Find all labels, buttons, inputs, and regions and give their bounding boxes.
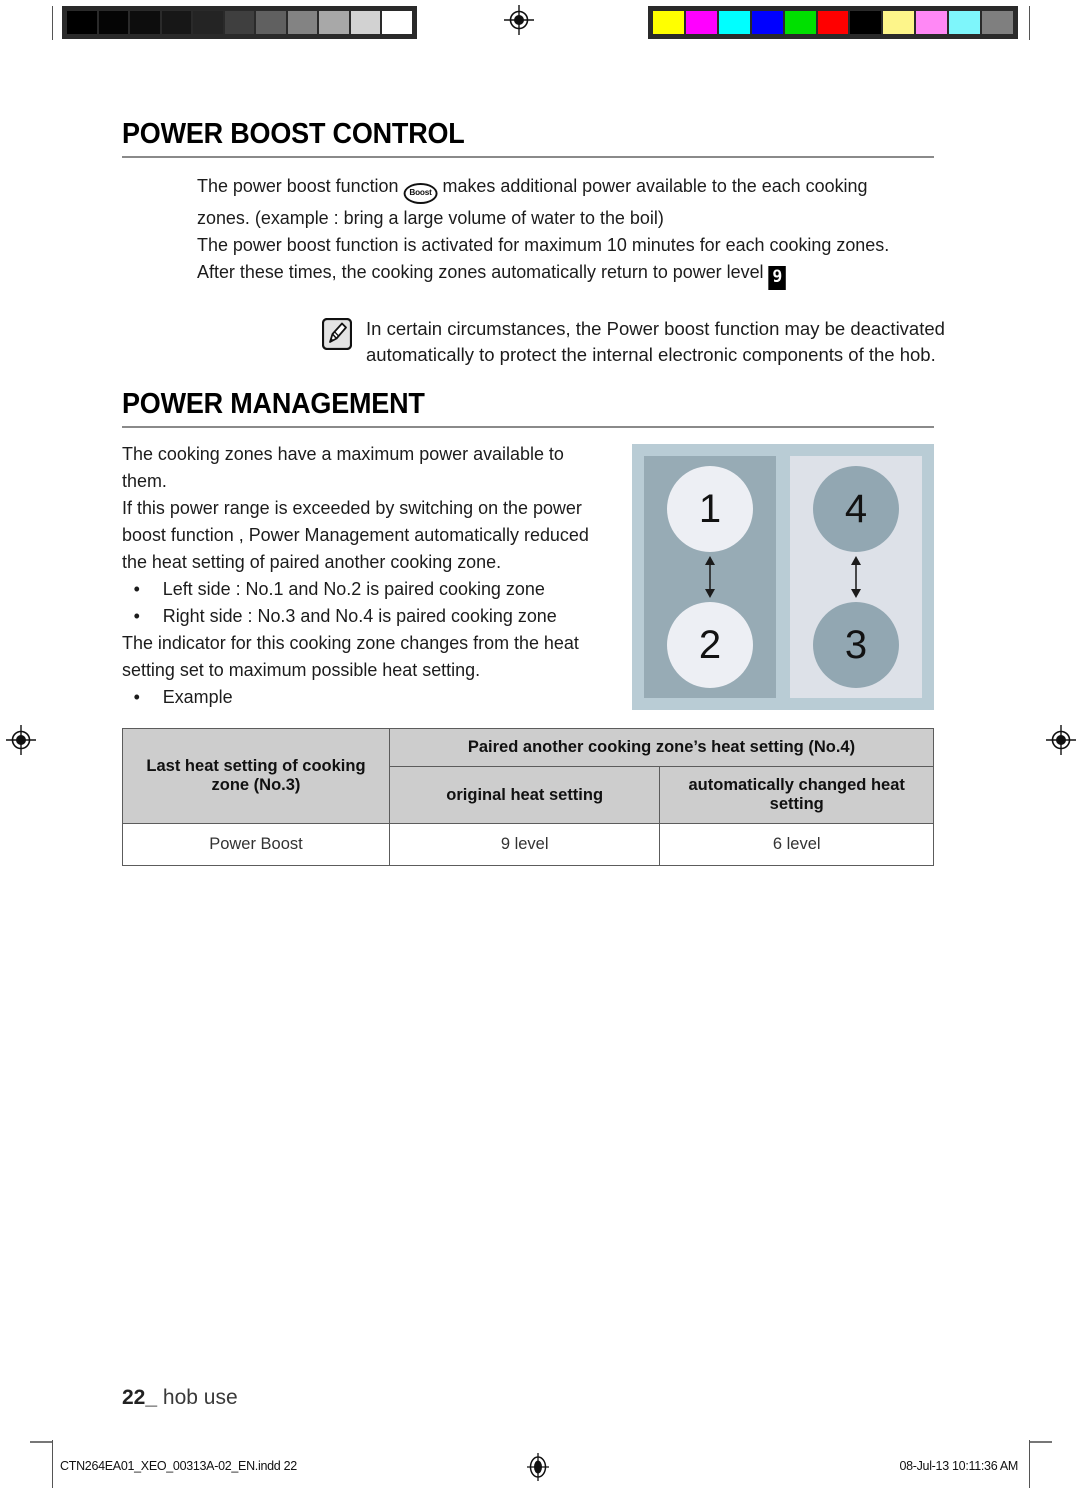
pm-paragraph-3: The indicator for this cooking zone chan… [122, 632, 579, 680]
bullet-dot-icon: • [133, 578, 140, 599]
pm-paragraph-2: If this power range is exceeded by switc… [122, 497, 589, 572]
pm-bullet-right-side: • Right side : No.3 and No.4 is paired co… [122, 602, 607, 629]
crop-mark-left-vertical [52, 6, 53, 40]
title-divider-2 [122, 426, 934, 428]
note-callout: In certain circumstances, the Power boos… [322, 316, 1022, 368]
print-imprint-line: CTN264EA01_XEO_00313A-02_EN.indd 22 08-J… [0, 1453, 1080, 1485]
page-footer: 22_ hob use [122, 1386, 238, 1410]
pm-bullet-example: • Example [122, 683, 607, 710]
hob-zone-4: 4 [813, 466, 899, 552]
pm-bullet-example-label: Example [162, 686, 233, 707]
power-management-body: The cooking zones have a maximum power a… [122, 440, 607, 710]
page-number: 22 [122, 1386, 146, 1409]
note-text-wrapper: In certain circumstances, the Power boos… [366, 316, 1022, 368]
chapter-label: hob use [162, 1386, 238, 1409]
boost-icon: Boost [403, 183, 438, 204]
pair-arrow-left-icon [705, 556, 715, 598]
pm-bullet-left-side: • Left side : No.1 and No.2 is paired coo… [122, 575, 607, 602]
boost-paragraph-1: The power boost function Boost makes add… [197, 172, 915, 231]
boost-paragraph-3: After these times, the cooking zones aut… [197, 258, 915, 290]
title-divider [122, 156, 934, 158]
pm-bullet-left-side-label: Left side : No.1 and No.2 is paired cook… [162, 578, 545, 599]
crop-mark-right-horizontal [1030, 1441, 1052, 1443]
power-level-9-icon: 9 [768, 266, 787, 290]
note-pencil-icon [322, 318, 352, 350]
table-header-row-1: Last heat setting of cooking zone (No.3)… [122, 728, 935, 824]
boost-paragraph-2: The power boost function is activated fo… [197, 234, 890, 255]
bullet-dot-icon: • [133, 605, 140, 626]
pm-bullet-right-side-label: Right side : No.3 and No.4 is paired coo… [162, 605, 557, 626]
table-header-changed-heat-setting: automatically changed heat setting [659, 766, 934, 824]
table-cell-original-setting: 9 level [388, 823, 661, 866]
registration-mark-right-middle [1046, 725, 1076, 755]
hob-zone-2: 2 [667, 602, 753, 688]
table-header-last-heat-setting: Last heat setting of cooking zone (No.3) [122, 728, 390, 824]
crop-mark-left-horizontal [30, 1441, 52, 1443]
boost-paragraph-3-before: After these times, the cooking zones aut… [197, 261, 769, 282]
boost-paragraph-1-before: The power boost function [197, 175, 404, 196]
note-text: In certain circumstances, the Power boos… [366, 318, 945, 365]
hob-zone-1: 1 [667, 466, 753, 552]
calibration-swatch-10 [982, 11, 1013, 34]
page-title-power-management: POWER MANAGEMENT [122, 388, 425, 420]
page-content: POWER BOOST CONTROL The power boost func… [122, 0, 945, 1491]
hob-left-panel: 1 2 [644, 456, 776, 698]
imprint-filename: CTN264EA01_XEO_00313A-02_EN.indd 22 [60, 1459, 297, 1473]
power-boost-section-header: POWER BOOST CONTROL [122, 118, 934, 174]
registration-mark-bottom-center [527, 1453, 549, 1481]
imprint-timestamp: 08-Jul-13 10:11:36 AM [899, 1459, 1018, 1473]
bullet-dot-icon: • [133, 686, 140, 707]
table-header-paired-zone-group: Paired another cooking zone’s heat setti… [388, 728, 935, 767]
calibration-swatch-0 [67, 11, 97, 34]
registration-mark-left-middle [6, 725, 36, 755]
power-management-section-header: POWER MANAGEMENT [122, 388, 934, 444]
power-boost-body: The power boost function Boost makes add… [197, 172, 915, 290]
table-header-original-heat-setting: original heat setting [388, 766, 661, 824]
crop-mark-right-vertical [1029, 6, 1030, 40]
calibration-swatch-9 [949, 11, 981, 34]
hob-zone-3: 3 [813, 602, 899, 688]
page-title-power-boost: POWER BOOST CONTROL [122, 118, 465, 150]
power-management-example-table: Last heat setting of cooking zone (No.3)… [122, 728, 935, 866]
pm-paragraph-1: The cooking zones have a maximum power a… [122, 443, 564, 491]
table-row: Power Boost 9 level 6 level [122, 823, 934, 866]
page-number-separator: _ [145, 1386, 158, 1409]
table-cell-last-setting: Power Boost [122, 823, 390, 866]
hob-right-panel: 4 3 [790, 456, 922, 698]
table-cell-changed-setting: 6 level [659, 823, 934, 866]
pair-arrow-right-icon [851, 556, 861, 598]
hob-cooking-zone-diagram: 1 2 4 3 [632, 444, 934, 710]
